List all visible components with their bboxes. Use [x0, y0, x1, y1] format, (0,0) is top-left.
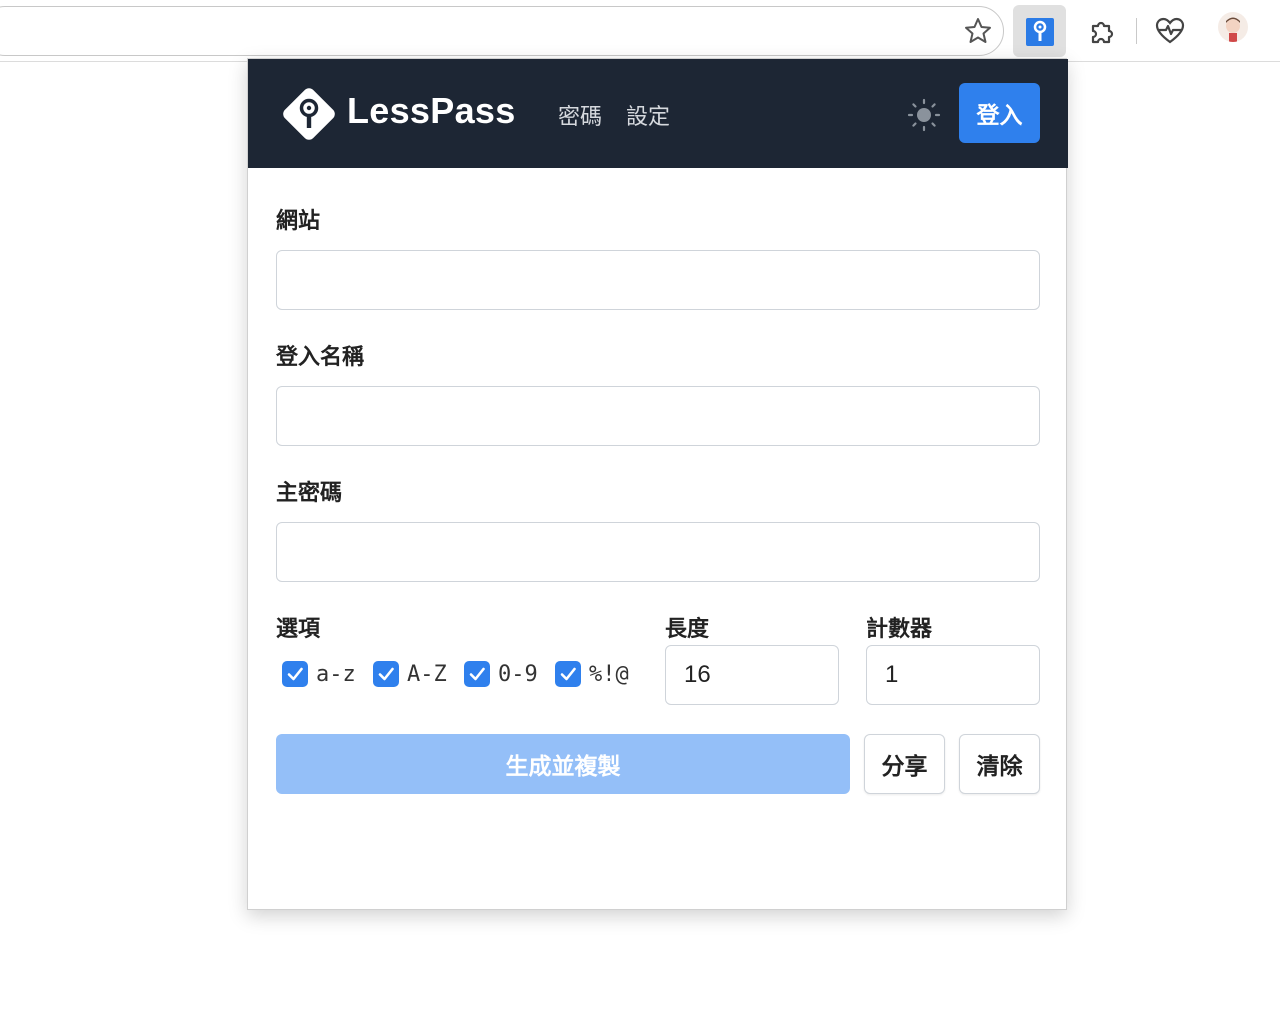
lesspass-extension-button[interactable] — [1013, 5, 1066, 57]
lesspass-logo-icon — [283, 88, 335, 140]
checkbox-uppercase[interactable] — [373, 661, 399, 687]
puzzle-extensions-icon[interactable] — [1085, 14, 1119, 48]
star-icon[interactable] — [962, 15, 994, 47]
option-lowercase[interactable]: a-z — [282, 659, 356, 689]
login-button[interactable]: 登入 — [959, 83, 1040, 143]
share-button[interactable]: 分享 — [864, 734, 945, 794]
profile-avatar[interactable] — [1218, 12, 1248, 42]
browser-toolbar — [0, 0, 1280, 62]
heart-pulse-icon[interactable] — [1153, 14, 1187, 48]
master-password-input[interactable] — [276, 522, 1040, 582]
option-symbols-label: %!@ — [589, 661, 629, 687]
checkbox-lowercase[interactable] — [282, 661, 308, 687]
option-symbols[interactable]: %!@ — [555, 659, 629, 689]
nav-settings[interactable]: 設定 — [626, 99, 670, 131]
navbar: LessPass 密碼 設定 登入 — [248, 59, 1068, 168]
option-digits-label: 0-9 — [498, 661, 538, 687]
lesspass-popup: LessPass 密碼 設定 登入 網站 登入名稱 主密碼 選項 a-z A-Z… — [247, 58, 1068, 910]
generate-copy-button[interactable]: 生成並複製 — [276, 734, 850, 794]
login-name-label: 登入名稱 — [276, 344, 365, 369]
option-uppercase[interactable]: A-Z — [373, 659, 447, 689]
options-label: 選項 — [276, 616, 321, 641]
address-bar[interactable] — [0, 6, 1004, 56]
counter-input[interactable] — [866, 645, 1040, 705]
login-name-input[interactable] — [276, 386, 1040, 446]
site-input[interactable] — [276, 250, 1040, 310]
length-input[interactable] — [665, 645, 839, 705]
option-lowercase-label: a-z — [316, 661, 356, 687]
nav-password[interactable]: 密碼 — [558, 99, 602, 131]
lesspass-key-icon — [1026, 18, 1054, 46]
clear-button[interactable]: 清除 — [959, 734, 1040, 794]
toolbar-separator — [1136, 18, 1137, 44]
checkbox-digits[interactable] — [464, 661, 490, 687]
option-digits[interactable]: 0-9 — [464, 659, 538, 689]
site-label: 網站 — [276, 208, 321, 233]
brand-name: LessPass — [347, 90, 516, 131]
checkbox-symbols[interactable] — [555, 661, 581, 687]
sun-icon[interactable] — [906, 97, 942, 133]
counter-label: 計數器 — [866, 616, 933, 641]
option-uppercase-label: A-Z — [407, 661, 447, 687]
length-label: 長度 — [665, 616, 710, 641]
master-password-label: 主密碼 — [276, 480, 343, 505]
